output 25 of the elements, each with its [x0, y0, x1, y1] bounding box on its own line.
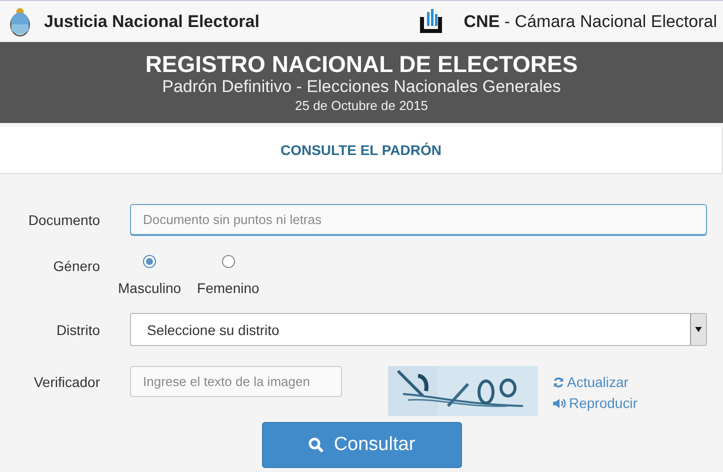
- field-label: Documento: [27, 212, 100, 228]
- site-title: CNE - Cámara Nacional Electoral: [464, 12, 717, 32]
- radio-label: Masculino: [118, 280, 182, 296]
- refresh-link[interactable]: Actualizar: [553, 374, 638, 390]
- district-dropdown[interactable]: Seleccione su distrito: [130, 313, 707, 346]
- radio-label: Femenino: [197, 280, 260, 296]
- coat-of-arms-icon: [8, 6, 32, 36]
- field-label: Género: [52, 258, 100, 274]
- refresh-icon: [553, 376, 564, 388]
- radio-button[interactable]: [143, 255, 156, 268]
- audio-link[interactable]: Reproducir: [553, 395, 638, 411]
- field-label: Verificador: [32, 374, 100, 390]
- document-field[interactable]: Documento sin puntos ni letras: [130, 204, 707, 235]
- section-title: CONSULTE EL PADRÓN: [280, 142, 442, 158]
- speaker-icon: [553, 398, 566, 408]
- captcha-field[interactable]: Ingrese el texto de la imagen: [130, 366, 342, 397]
- search-icon: [308, 437, 324, 453]
- banner-title: REGISTRO NACIONAL DE ELECTORES: [144, 51, 579, 77]
- radio-button[interactable]: [222, 255, 235, 268]
- banner-subtitle: Padrón Definitivo - Elecciones Nacionales Generales: [161, 77, 562, 97]
- search-button[interactable]: Consultar: [262, 422, 462, 468]
- logo-icon: [418, 8, 444, 34]
- field-label: Distrito: [55, 322, 100, 338]
- banner-date: 25 de Octubre de 2015: [294, 97, 429, 115]
- site-title: Justicia Nacional Electoral: [44, 12, 260, 32]
